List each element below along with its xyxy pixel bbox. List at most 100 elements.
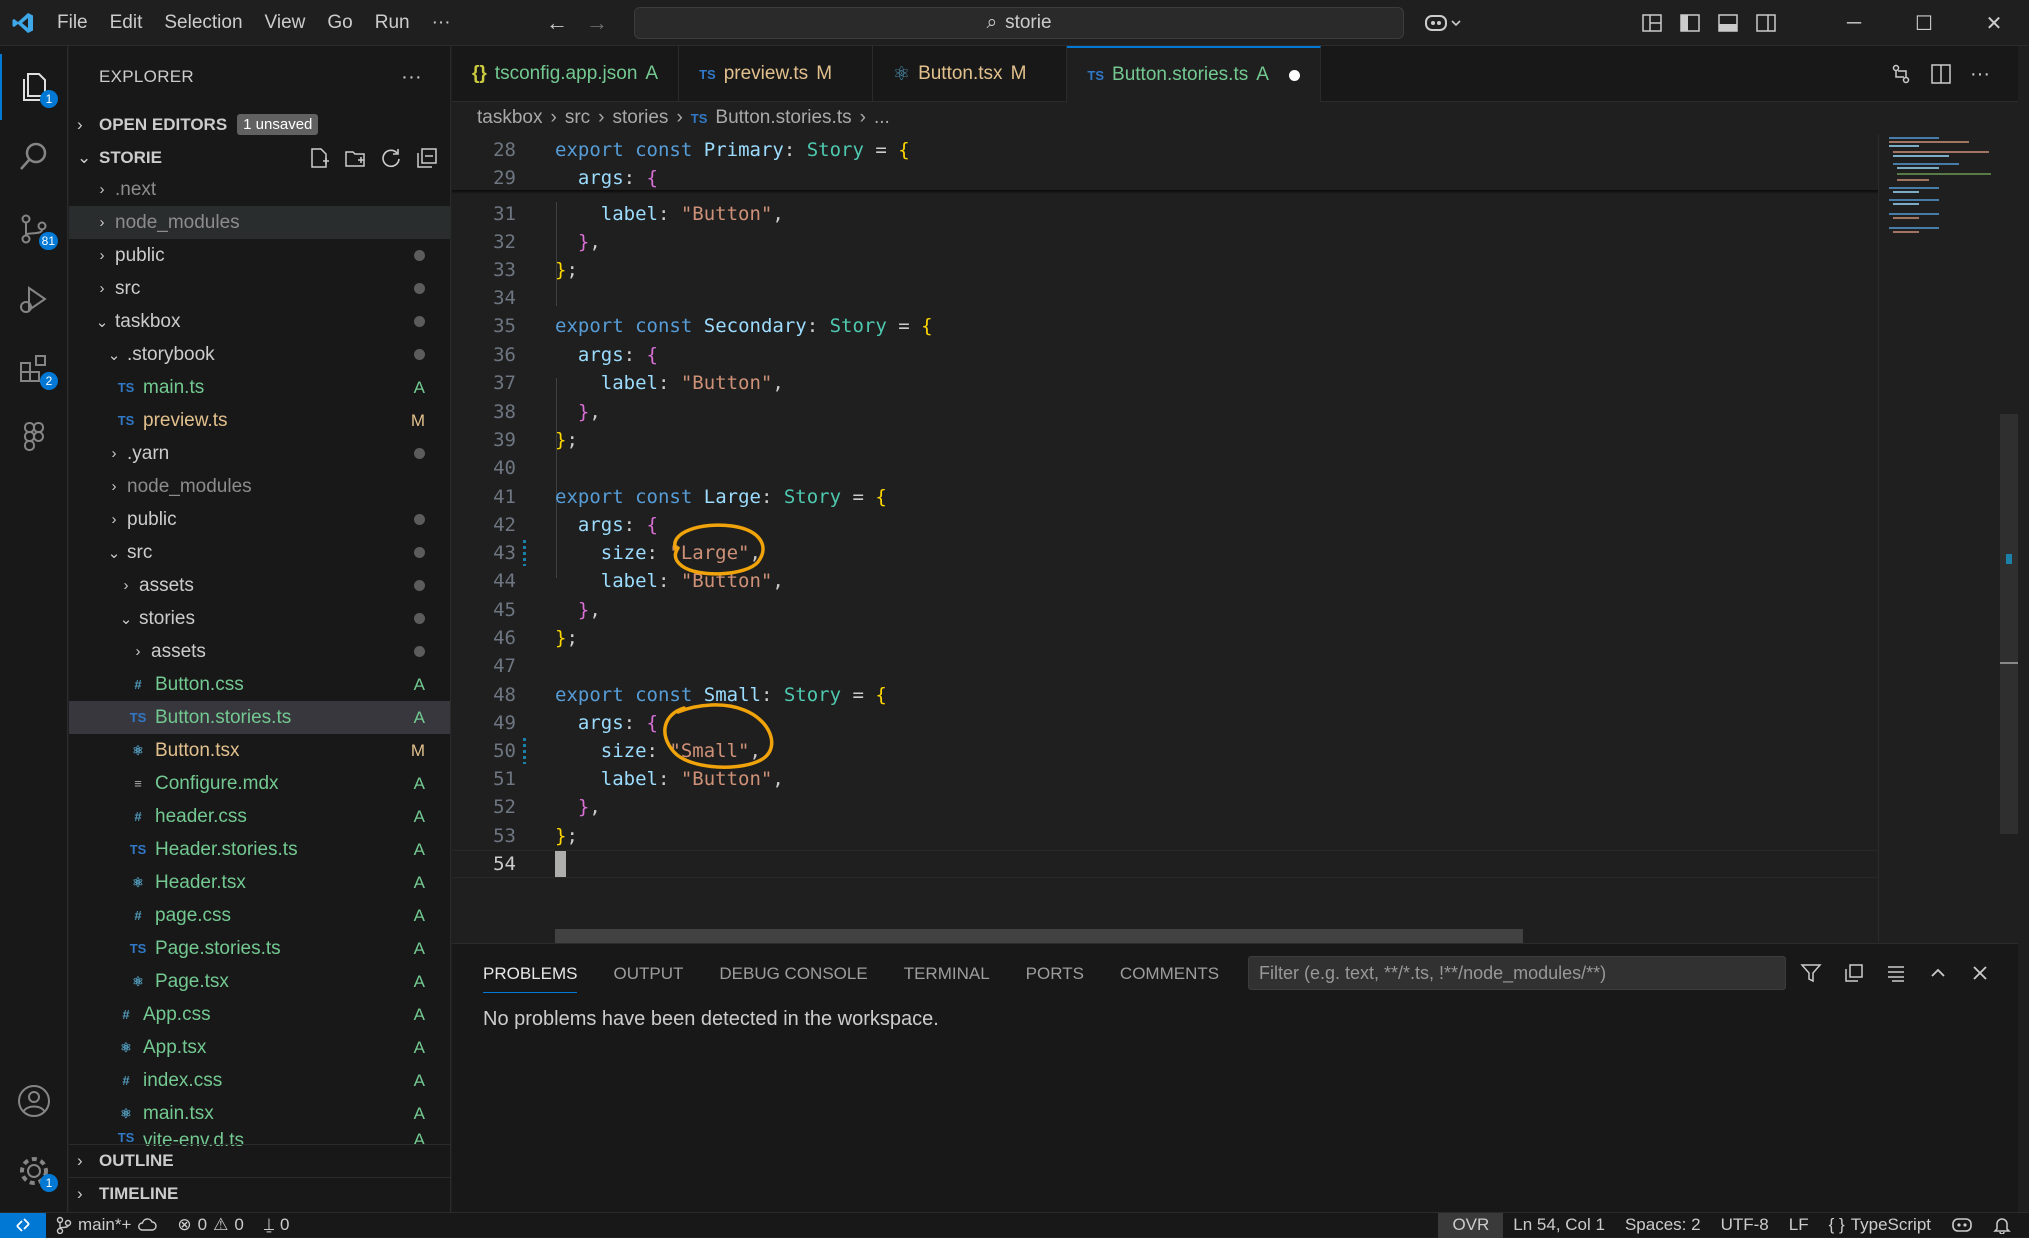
run-debug-icon[interactable] <box>0 266 68 332</box>
outline-section[interactable]: › OUTLINE <box>69 1144 450 1177</box>
menu-go[interactable]: Go <box>316 0 363 46</box>
breadcrumb-item[interactable]: ... <box>874 107 890 129</box>
tree-item[interactable]: TS main.ts A <box>69 371 450 404</box>
tab-comments[interactable]: COMMENTS <box>1120 964 1219 993</box>
tree-item[interactable]: ⌄ .storybook <box>69 338 450 371</box>
tab-ports[interactable]: PORTS <box>1026 964 1084 993</box>
menu-run[interactable]: Run <box>364 0 421 46</box>
accounts-icon[interactable] <box>0 1068 68 1134</box>
tab-debug-console[interactable]: DEBUG CONSOLE <box>719 964 867 993</box>
tree-item[interactable]: # page.css A <box>69 899 450 932</box>
refresh-icon[interactable] <box>380 147 402 169</box>
tree-item[interactable]: › assets <box>69 635 450 668</box>
tree-item[interactable]: # Button.css A <box>69 668 450 701</box>
minimize-icon[interactable]: ─ <box>1819 0 1889 46</box>
menu-view[interactable]: View <box>254 0 317 46</box>
ports-indicator[interactable]: ⍊ 0 <box>254 1215 300 1235</box>
tree-item[interactable]: TS Header.stories.ts A <box>69 833 450 866</box>
menu-selection[interactable]: Selection <box>153 0 253 46</box>
unsaved-dot-icon[interactable] <box>1288 69 1300 81</box>
menu-more[interactable]: ··· <box>421 0 462 46</box>
copilot-icon[interactable] <box>1424 12 1464 34</box>
remote-indicator-icon[interactable] <box>0 1212 46 1238</box>
notifications-bell-icon[interactable] <box>1983 1216 2029 1234</box>
overtype-indicator[interactable]: OVR <box>1438 1212 1504 1238</box>
tab-button-stories[interactable]: TS Button.stories.ts A <box>1067 46 1321 102</box>
tree-item[interactable]: › public <box>69 239 450 272</box>
more-actions-icon[interactable]: ··· <box>1970 63 1990 86</box>
tree-item[interactable]: › public <box>69 503 450 536</box>
tab-tsconfig[interactable]: {} tsconfig.app.json A <box>452 46 680 102</box>
tree-item[interactable]: ⌄ taskbox <box>69 305 450 338</box>
tree-item[interactable]: › .next <box>69 173 450 206</box>
source-control-icon[interactable]: 81 <box>0 196 68 262</box>
copilot-status-icon[interactable] <box>1941 1216 1983 1234</box>
encoding[interactable]: UTF-8 <box>1711 1215 1779 1235</box>
maximize-icon[interactable]: ☐ <box>1889 0 1959 46</box>
tree-item[interactable]: ⚛ App.tsx A <box>69 1031 450 1064</box>
explorer-icon[interactable]: 1 <box>0 54 68 120</box>
tree-item[interactable]: ⚛ Page.tsx A <box>69 965 450 998</box>
language-mode[interactable]: { } TypeScript <box>1819 1215 1941 1235</box>
new-folder-icon[interactable] <box>344 147 366 169</box>
toggle-secondary-sidebar-icon[interactable] <box>1747 0 1785 46</box>
tab-preview[interactable]: TS preview.ts M <box>679 46 874 102</box>
command-center-search[interactable]: ⌕ storie <box>634 7 1404 39</box>
vertical-scrollbar[interactable] <box>2000 134 2018 942</box>
sync-cloud-icon[interactable] <box>137 1217 158 1233</box>
breadcrumb-item[interactable]: Button.stories.ts <box>715 107 851 129</box>
horizontal-scrollbar[interactable] <box>555 929 1523 944</box>
view-as-tree-icon[interactable] <box>1886 963 1906 983</box>
explorer-more-icon[interactable]: ··· <box>401 66 422 89</box>
workspace-root-section[interactable]: ⌄ STORIE <box>69 141 450 174</box>
breadcrumb-item[interactable]: taskbox <box>477 107 542 129</box>
collapse-all-icon[interactable] <box>1844 963 1864 983</box>
tree-item-selected[interactable]: TS Button.stories.ts A <box>69 701 450 734</box>
code-editor[interactable]: 28 export const Primary: Story = { 29 arg… <box>452 134 1878 942</box>
branch-indicator[interactable]: main*+ <box>46 1215 167 1235</box>
tree-item[interactable]: ⌄ stories <box>69 602 450 635</box>
maximize-panel-icon[interactable] <box>1928 963 1948 983</box>
open-editors-section[interactable]: › OPEN EDITORS 1 unsaved <box>69 108 450 141</box>
tree-item[interactable]: ⚛ Button.tsx M <box>69 734 450 767</box>
tree-item[interactable]: › node_modules <box>69 206 450 239</box>
tab-output[interactable]: OUTPUT <box>613 964 683 993</box>
figma-icon[interactable] <box>0 404 68 470</box>
split-editor-icon[interactable] <box>1930 63 1952 85</box>
new-file-icon[interactable] <box>308 147 330 169</box>
line-ending[interactable]: LF <box>1779 1215 1819 1235</box>
toggle-primary-sidebar-icon[interactable] <box>1671 0 1709 46</box>
problems-filter-input[interactable]: Filter (e.g. text, **/*.ts, !**/node_mod… <box>1248 956 1786 990</box>
tree-item[interactable]: ⚛ Header.tsx A <box>69 866 450 899</box>
extensions-icon[interactable]: 2 <box>0 336 68 402</box>
menu-file[interactable]: File <box>46 0 99 46</box>
toggle-panel-icon[interactable] <box>1709 0 1747 46</box>
problems-indicator[interactable]: ⊗ 0 ⚠ 0 <box>167 1215 253 1235</box>
menu-edit[interactable]: Edit <box>99 0 154 46</box>
tree-item[interactable]: › assets <box>69 569 450 602</box>
search-view-icon[interactable] <box>0 124 68 190</box>
breadcrumb-item[interactable]: src <box>565 107 590 129</box>
tab-terminal[interactable]: TERMINAL <box>904 964 990 993</box>
customize-layout-icon[interactable] <box>1633 0 1671 46</box>
scrollbar-thumb[interactable] <box>2000 414 2018 834</box>
tree-item[interactable]: ⌄ src <box>69 536 450 569</box>
cursor-position[interactable]: Ln 54, Col 1 <box>1503 1215 1615 1235</box>
tree-item[interactable]: › .yarn <box>69 437 450 470</box>
filter-icon[interactable] <box>1800 962 1822 984</box>
settings-gear-icon[interactable]: 1 <box>0 1138 68 1204</box>
minimap[interactable] <box>1878 134 2000 942</box>
timeline-section[interactable]: › TIMELINE <box>69 1177 450 1210</box>
forward-arrow-icon[interactable]: → <box>586 10 608 36</box>
tree-item[interactable]: # index.css A <box>69 1064 450 1097</box>
back-arrow-icon[interactable]: ← <box>546 10 568 36</box>
tab-problems[interactable]: PROBLEMS <box>483 964 578 993</box>
close-panel-icon[interactable] <box>1970 963 1990 983</box>
tree-item[interactable]: # header.css A <box>69 800 450 833</box>
close-window-icon[interactable]: ✕ <box>1959 0 2029 46</box>
tree-item[interactable]: # App.css A <box>69 998 450 1031</box>
tab-button-tsx[interactable]: ⚛ Button.tsx M <box>873 46 1068 102</box>
tree-item[interactable]: ⚛ main.tsx A <box>69 1097 450 1130</box>
tree-item[interactable]: TS preview.ts M <box>69 404 450 437</box>
tree-item[interactable]: TS Page.stories.ts A <box>69 932 450 965</box>
